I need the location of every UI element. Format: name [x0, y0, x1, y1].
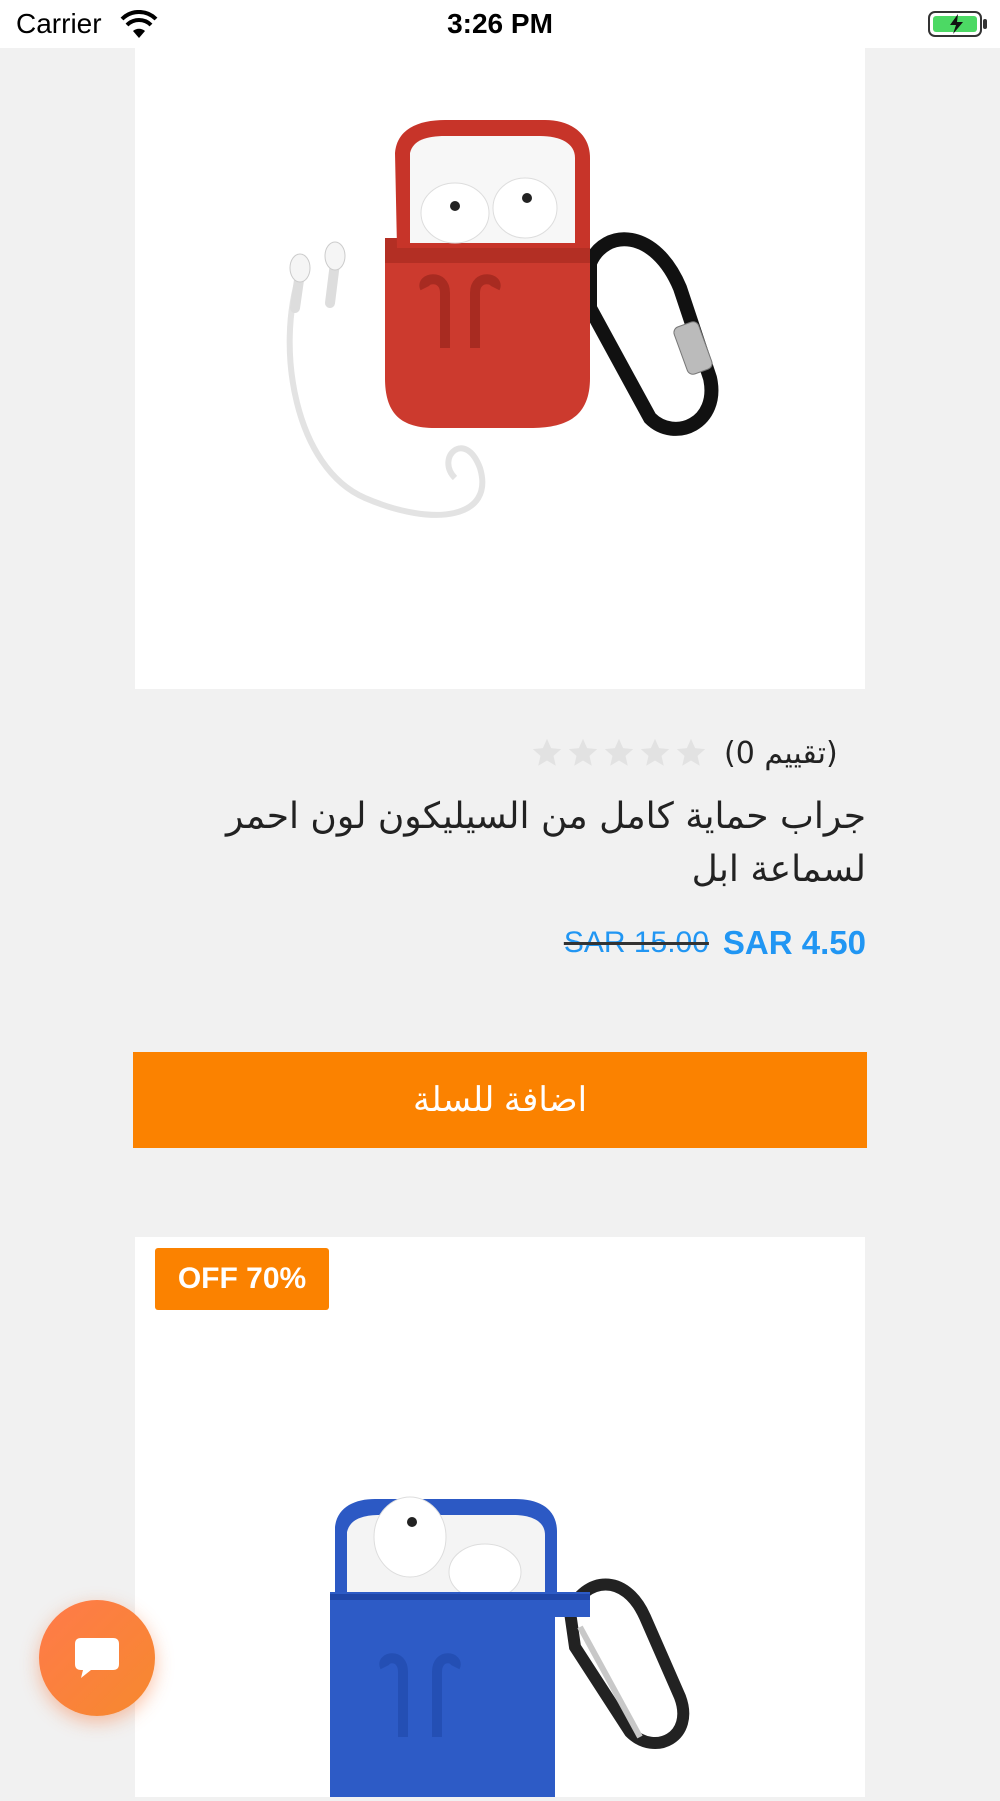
status-bar: Carrier 3:26 PM: [0, 0, 1000, 48]
old-price: SAR 15.00: [563, 926, 709, 959]
chat-bubble-icon: [75, 1638, 119, 1678]
product-title[interactable]: جراب حماية كامل من السيليكون لون احمر لس…: [150, 790, 866, 896]
rating-count: (تقييم 0): [724, 735, 838, 771]
product-rating: (تقييم 0): [530, 728, 870, 778]
blue-airpods-silicone-case-image: [330, 1496, 690, 1797]
chat-button[interactable]: [39, 1600, 155, 1716]
red-airpods-silicone-case-image: [286, 120, 719, 518]
product-image[interactable]: [135, 48, 865, 689]
discount-badge: OFF 70%: [155, 1248, 329, 1310]
star-icon: [568, 738, 598, 766]
rating-stars: [530, 736, 708, 770]
star-icon: [532, 738, 562, 766]
add-to-cart-button[interactable]: اضافة للسلة: [133, 1052, 867, 1148]
battery-charging-icon: [928, 11, 987, 37]
star-icon: [604, 738, 634, 766]
sale-price: SAR 4.50: [722, 924, 866, 961]
star-icon: [640, 738, 670, 766]
product-image[interactable]: [135, 1237, 865, 1797]
status-time: 3:26 PM: [447, 8, 553, 39]
star-icon: [676, 738, 706, 766]
price-row: SAR 15.00 SAR 4.50: [500, 918, 866, 968]
